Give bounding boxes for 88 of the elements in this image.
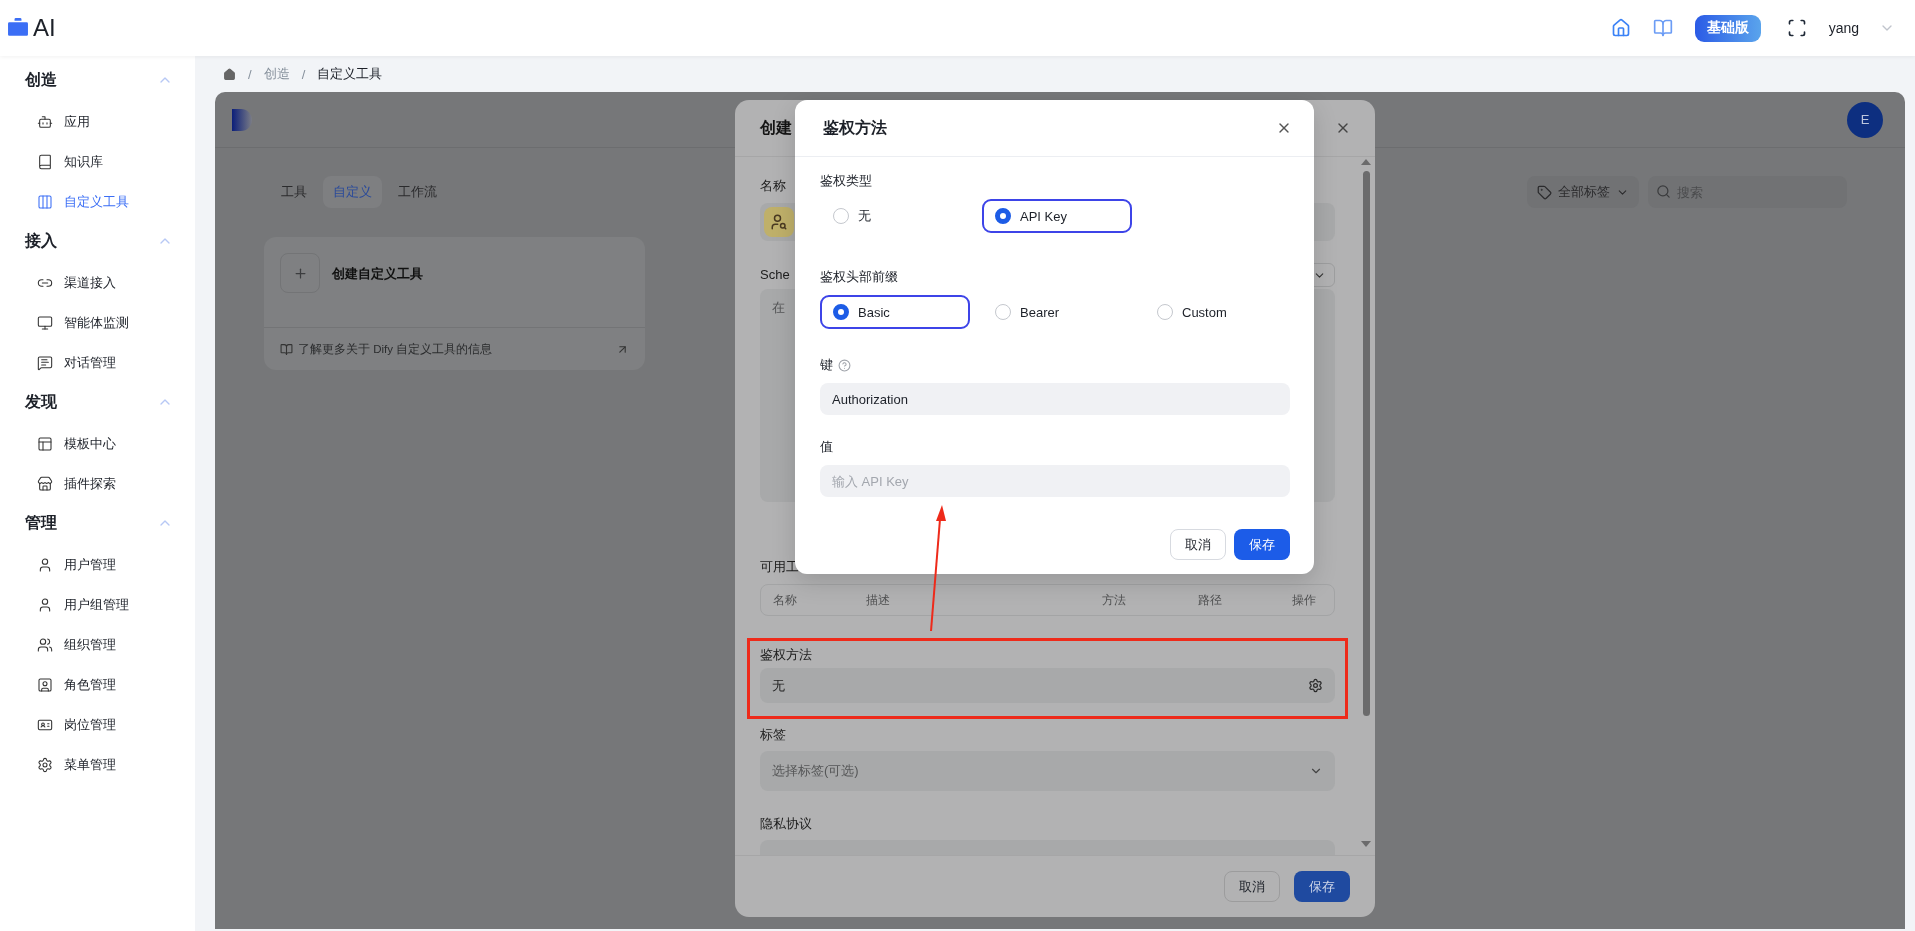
chat-icon — [37, 355, 53, 371]
plan-badge[interactable]: 基础版 — [1694, 14, 1761, 42]
radio-icon[interactable] — [1157, 304, 1173, 320]
sidebar-item[interactable]: 角色管理 — [0, 665, 195, 705]
radio-icon[interactable] — [833, 304, 849, 320]
help-icon[interactable] — [838, 358, 851, 372]
cancel-button[interactable]: 取消 — [1224, 871, 1280, 902]
sidebar-item[interactable]: 知识库 — [0, 142, 195, 182]
create-tool-card[interactable]: 创建自定义工具 了解更多关于 Dify 自定义工具的信息 — [264, 237, 645, 370]
sidebar-item[interactable]: 岗位管理 — [0, 705, 195, 745]
breadcrumb-separator: / — [301, 66, 306, 82]
radio-option[interactable]: API Key — [982, 199, 1132, 233]
scrollbar[interactable] — [1361, 159, 1371, 847]
sidebar-item[interactable]: 模板中心 — [0, 424, 195, 464]
section-title: 创造 — [25, 69, 57, 90]
sidebar-item[interactable]: 组织管理 — [0, 625, 195, 665]
user-card-icon — [37, 677, 53, 693]
field-label: 隐私协议 — [760, 815, 812, 833]
radio-option[interactable]: Basic — [820, 295, 970, 329]
book-icon[interactable] — [1652, 18, 1673, 38]
radio-option[interactable]: Custom — [1144, 295, 1294, 329]
save-button[interactable]: 保存 — [1234, 529, 1290, 560]
sidebar-item[interactable]: 对话管理 — [0, 343, 195, 383]
settings-icon[interactable] — [1308, 678, 1323, 693]
home-icon[interactable] — [223, 67, 236, 81]
monitor-icon — [37, 315, 53, 331]
auth-method-field[interactable]: 无 — [760, 668, 1335, 703]
field-label: 鉴权类型 — [820, 172, 872, 190]
field-label: 标签 — [760, 726, 786, 744]
column-header: 描述 — [866, 591, 891, 609]
field-label: 值 — [820, 438, 833, 456]
settings-icon — [37, 757, 53, 773]
id-card-icon — [37, 717, 53, 733]
save-button[interactable]: 保存 — [1294, 871, 1350, 902]
user-icon — [37, 597, 53, 613]
sidebar-item[interactable]: 渠道接入 — [0, 263, 195, 303]
docs-link[interactable]: 了解更多关于 Dify 自定义工具的信息 — [298, 341, 611, 357]
field-label: 鉴权头部前缀 — [820, 268, 898, 286]
robot-icon — [37, 114, 53, 130]
book-icon — [37, 154, 53, 170]
radio-icon[interactable] — [833, 208, 849, 224]
field-label: 鉴权方法 — [760, 646, 812, 664]
section-title: 发现 — [25, 391, 57, 412]
radio-icon[interactable] — [995, 304, 1011, 320]
users-icon — [37, 637, 53, 653]
person-search-icon — [770, 213, 788, 231]
emoji-placeholder[interactable] — [764, 207, 794, 237]
sidebar-item[interactable]: 用户组管理 — [0, 585, 195, 625]
home-icon[interactable] — [1610, 18, 1631, 38]
logo-icon — [232, 108, 252, 131]
layout-icon — [37, 436, 53, 452]
dialog-title: 创建 — [760, 117, 792, 138]
sidebar-item[interactable]: 菜单管理 — [0, 745, 195, 785]
section-title: 接入 — [25, 230, 57, 251]
breadcrumb-separator: / — [248, 66, 252, 82]
cancel-button[interactable]: 取消 — [1170, 529, 1226, 560]
breadcrumb-item[interactable]: 自定义工具 — [317, 65, 383, 83]
column-header: 方法 — [1102, 591, 1127, 609]
user-icon — [37, 557, 53, 573]
sidebar-item[interactable]: 自定义工具 — [0, 182, 195, 222]
radio-option[interactable]: 无 — [820, 199, 970, 233]
section-title: 管理 — [25, 512, 57, 533]
radio-option[interactable]: Bearer — [982, 295, 1132, 329]
sidebar-item[interactable]: 插件探索 — [0, 464, 195, 504]
field-label: 名称 — [760, 177, 786, 195]
book-icon — [280, 342, 293, 356]
store-icon — [37, 476, 53, 492]
column-header: 名称 — [773, 591, 798, 609]
avatar[interactable]: E — [1847, 101, 1883, 138]
sidebar-item[interactable]: 智能体监测 — [0, 303, 195, 343]
key-input[interactable]: Authorization — [820, 383, 1290, 415]
field-label: 键 — [820, 356, 833, 374]
fullscreen-icon[interactable] — [1786, 18, 1807, 38]
field-label: Sche — [760, 266, 790, 284]
columns-icon — [37, 194, 53, 210]
radio-icon[interactable] — [995, 208, 1011, 224]
sidebar-item[interactable]: 用户管理 — [0, 545, 195, 585]
column-header: 操作 — [1292, 591, 1317, 609]
search-icon — [1656, 184, 1671, 199]
column-header: 路径 — [1198, 591, 1223, 609]
sidebar-item[interactable]: 应用 — [0, 102, 195, 142]
user-name[interactable]: yang — [1828, 20, 1859, 36]
app-logo-text: AI — [33, 14, 56, 42]
card-title: 创建自定义工具 — [332, 265, 423, 283]
tag-icon — [1537, 184, 1552, 200]
value-input[interactable]: 输入 API Key — [820, 465, 1290, 497]
dialog-title: 鉴权方法 — [823, 117, 887, 138]
plus-icon — [292, 265, 308, 281]
